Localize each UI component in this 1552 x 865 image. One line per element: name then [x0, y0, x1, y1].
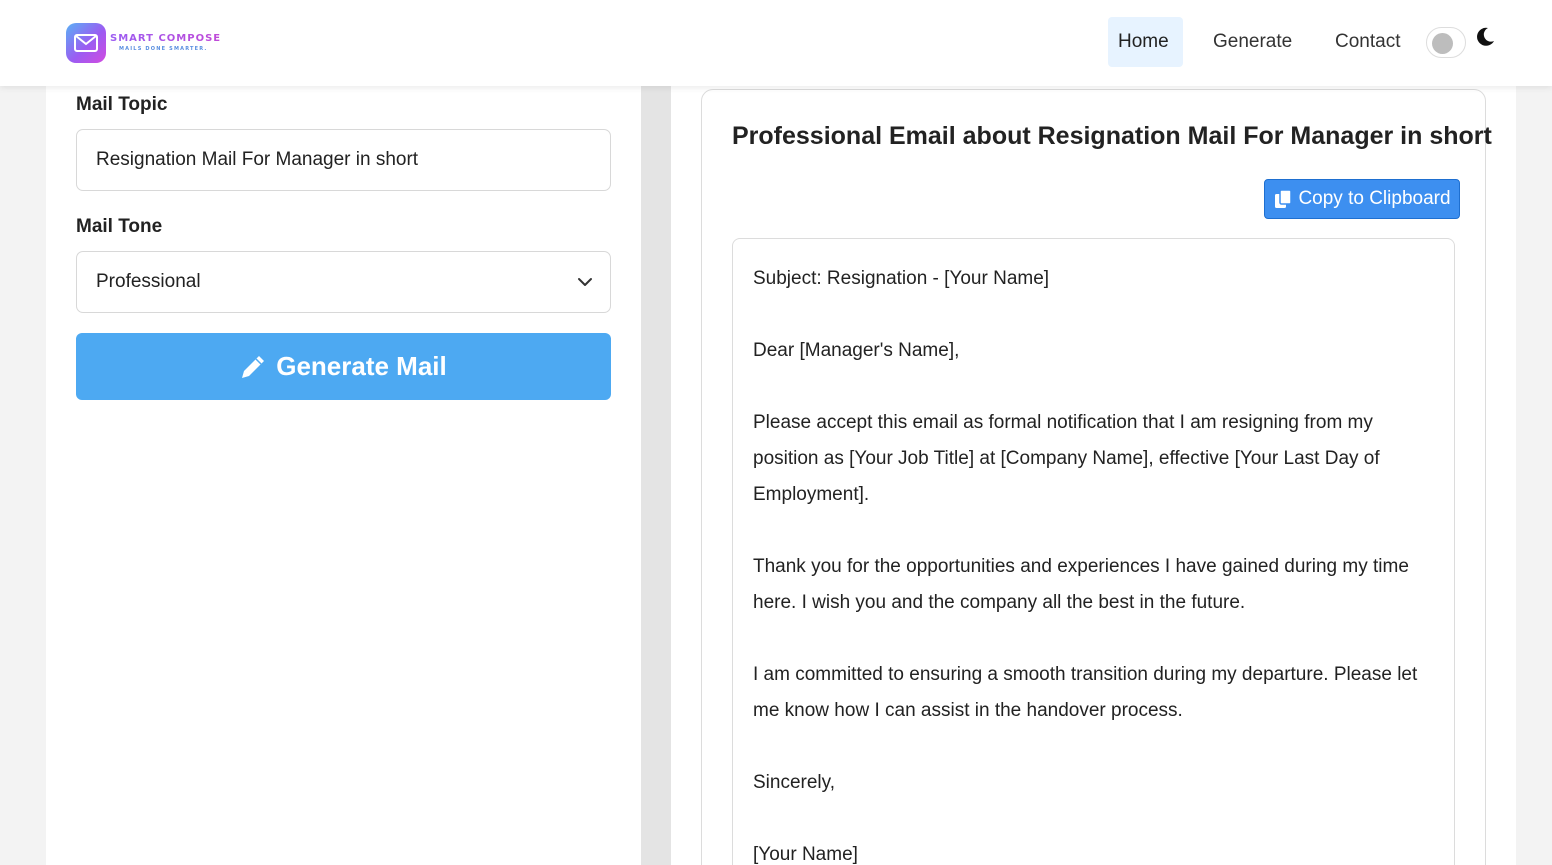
- mail-topic-label: Mail Topic: [76, 94, 168, 115]
- result-title: Professional Email about Resignation Mai…: [732, 122, 1492, 150]
- email-paragraph: Please accept this email as formal notif…: [753, 412, 1380, 505]
- email-signoff: Sincerely,: [753, 772, 836, 793]
- email-paragraph: Thank you for the opportunities and expe…: [753, 556, 1409, 613]
- email-paragraph: I am committed to ensuring a smooth tran…: [753, 664, 1418, 721]
- toggle-knob: [1432, 33, 1453, 54]
- email-subject: Subject: Resignation - [Your Name]: [753, 268, 1050, 289]
- email-signature: [Your Name]: [753, 844, 858, 865]
- mail-tone-label: Mail Tone: [76, 216, 163, 237]
- brand-tagline: MAILS DONE SMARTER.: [119, 46, 208, 52]
- result-card: Professional Email about Resignation Mai…: [701, 89, 1492, 865]
- navbar: SMART COMPOSE MAILS DONE SMARTER. Home G…: [0, 0, 1552, 86]
- copy-to-clipboard-button[interactable]: Copy to Clipboard: [1264, 179, 1460, 219]
- moon-icon: [1477, 27, 1494, 46]
- mail-tone-select[interactable]: Professional: [76, 251, 611, 313]
- mail-topic-input[interactable]: [76, 129, 611, 191]
- brand-logo-link[interactable]: SMART COMPOSE MAILS DONE SMARTER.: [66, 23, 221, 63]
- generated-email-body[interactable]: Subject: Resignation - [Your Name] Dear …: [732, 238, 1455, 865]
- clipboard-copy-icon: [1275, 189, 1293, 208]
- brand-name: SMART COMPOSE: [110, 33, 222, 44]
- copy-button-label: Copy to Clipboard: [1298, 188, 1451, 209]
- nav-generate[interactable]: Generate: [1203, 17, 1302, 67]
- email-greeting: Dear [Manager's Name],: [753, 340, 960, 361]
- generate-mail-button[interactable]: Generate Mail: [76, 333, 611, 400]
- theme-toggle[interactable]: [1426, 27, 1466, 58]
- generate-mail-label: Generate Mail: [276, 351, 447, 381]
- mail-tone-value: Professional: [96, 271, 201, 292]
- nav-home[interactable]: Home: [1108, 17, 1183, 67]
- compose-form-panel: Mail Topic Mail Tone Professional Genera…: [46, 86, 641, 865]
- nav-contact[interactable]: Contact: [1325, 17, 1410, 67]
- panel-divider: [641, 86, 671, 865]
- pencil-icon: [242, 355, 265, 378]
- envelope-icon: [66, 23, 106, 63]
- chevron-down-icon: [578, 278, 592, 286]
